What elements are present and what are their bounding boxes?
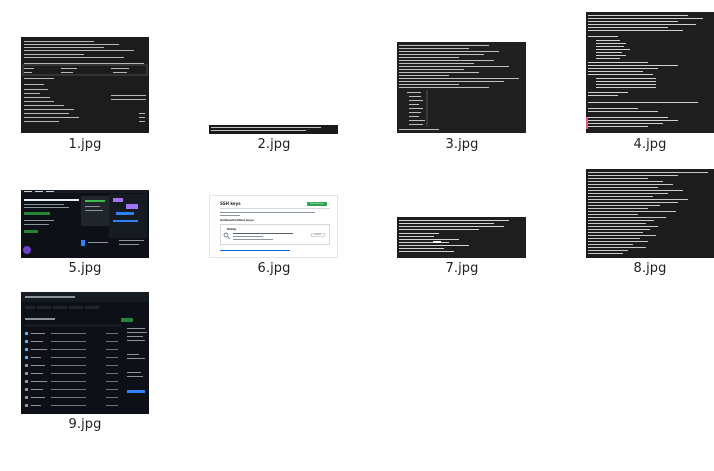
thumb-title: SSH keys [220, 201, 241, 206]
thumbnail-image [586, 12, 714, 133]
section-heading: Authentication keys [220, 218, 254, 222]
thumbnail-image [21, 292, 149, 414]
delete-button: Delete [311, 233, 325, 237]
website-content [21, 292, 149, 407]
new-ssh-key-button: New SSH key [307, 202, 327, 206]
key-name: Hdrip [227, 227, 237, 231]
website-content [21, 190, 149, 254]
file-name: 6.jpg [257, 261, 291, 276]
thumbnail-image [21, 190, 149, 258]
file-name: 7.jpg [445, 261, 479, 276]
thumbnail-image [21, 37, 149, 133]
file-name: 5.jpg [68, 261, 102, 276]
file-name: 8.jpg [633, 261, 667, 276]
terminal-content [399, 45, 519, 130]
file-name: 3.jpg [445, 137, 479, 152]
file-name: 1.jpg [68, 137, 102, 152]
thumbnail-image: SSH keys New SSH key Authentication keys… [209, 195, 338, 258]
file-name: 9.jpg [68, 417, 102, 432]
file-name: 4.jpg [633, 137, 667, 152]
thumbnail-image [397, 42, 526, 133]
thumbnail-image [397, 217, 526, 258]
thumbnail-image [209, 125, 338, 134]
key-icon [223, 232, 231, 240]
terminal-content [586, 15, 703, 129]
terminal-content [211, 127, 321, 131]
thumbnail-image [586, 169, 714, 258]
terminal-content [22, 41, 148, 122]
file-name: 2.jpg [257, 137, 291, 152]
terminal-content [399, 220, 509, 252]
terminal-content [588, 172, 708, 254]
